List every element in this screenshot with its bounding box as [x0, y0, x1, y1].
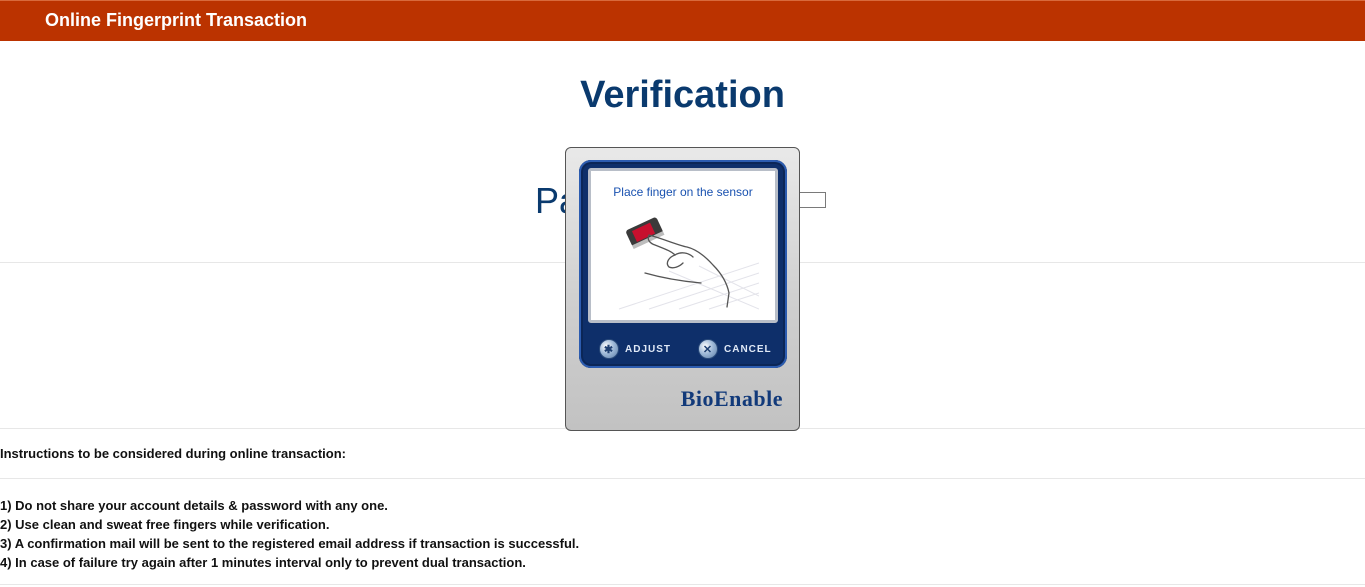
cancel-button[interactable]: ✕ CANCEL	[698, 338, 772, 360]
finger-on-sensor-icon	[618, 217, 759, 310]
list-item: 3) A confirmation mail will be sent to t…	[0, 536, 580, 551]
instructions-heading: Instructions to be considered during onl…	[0, 446, 346, 461]
adjust-icon: ✱	[599, 339, 619, 359]
list-item: 2) Use clean and sweat free fingers whil…	[0, 517, 330, 532]
fingerprint-dialog: Place finger on the sensor ✱ ADJUST ✕ CA…	[565, 147, 800, 431]
page-title: Verification	[580, 74, 785, 116]
list-item: 4) In case of failure try again after 1 …	[0, 555, 526, 570]
sensor-prompt: Place finger on the sensor	[613, 185, 753, 199]
divider	[0, 584, 1365, 585]
adjust-button[interactable]: ✱ ADJUST	[599, 338, 671, 360]
close-icon: ✕	[698, 339, 718, 359]
divider	[0, 478, 1365, 479]
app-title: Online Fingerprint Transaction	[45, 10, 308, 30]
sensor-screen: Place finger on the sensor	[588, 168, 778, 323]
header-bar: Online Fingerprint Transaction	[0, 0, 1365, 41]
instructions-list: 1) Do not share your account details & p…	[0, 496, 579, 572]
adjust-label: ADJUST	[625, 343, 672, 355]
cancel-label: CANCEL	[724, 343, 772, 355]
sensor-screen-frame: Place finger on the sensor ✱ ADJUST ✕ CA…	[579, 160, 787, 368]
list-item: 1) Do not share your account details & p…	[0, 498, 388, 513]
brand-logo: BioEnable	[680, 386, 783, 411]
